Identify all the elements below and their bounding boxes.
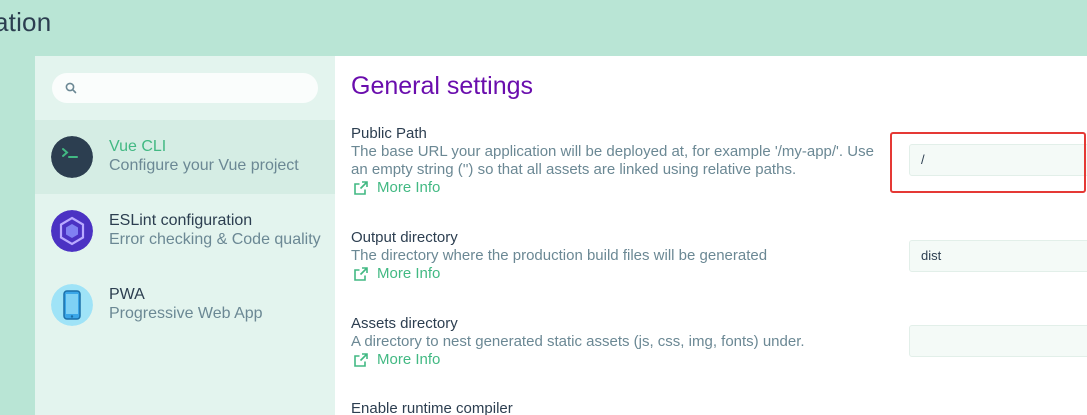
sidebar-item-vue-cli[interactable]: Vue CLI Configure your Vue project: [35, 120, 335, 194]
page-title: General settings: [351, 72, 534, 100]
page-header-title: ation: [0, 7, 52, 37]
eslint-icon: [51, 210, 93, 252]
more-info-link[interactable]: More Info: [353, 179, 891, 197]
sidebar-item-eslint[interactable]: ESLint configuration Error checking & Co…: [35, 194, 335, 268]
sidebar-item-description: Configure your Vue project: [109, 157, 299, 174]
more-info-label: More Info: [377, 265, 441, 282]
external-link-icon: [354, 267, 368, 281]
setting-assets-directory: Assets directory A directory to nest gen…: [351, 315, 891, 369]
sidebar: Vue CLI Configure your Vue project ESLin…: [35, 56, 335, 415]
sidebar-item-description: Progressive Web App: [109, 305, 263, 322]
more-info-link[interactable]: More Info: [353, 265, 891, 283]
highlight-box: [890, 132, 1086, 193]
setting-label: Output directory: [351, 229, 458, 246]
output-directory-field[interactable]: dist: [909, 240, 1087, 272]
sidebar-item-title: Vue CLI: [109, 138, 167, 155]
more-info-link[interactable]: More Info: [353, 351, 891, 369]
setting-label: Enable runtime compiler: [351, 400, 513, 415]
settings-panel: General settings Public Path The base UR…: [335, 56, 1087, 415]
more-info-label: More Info: [377, 351, 441, 368]
more-info-label: More Info: [377, 179, 441, 196]
setting-description: The base URL your application will be de…: [351, 143, 874, 178]
setting-description: The directory where the production build…: [351, 247, 768, 264]
setting-label: Public Path: [351, 125, 427, 142]
setting-output-directory: Output directory The directory where the…: [351, 229, 891, 283]
external-link-icon: [354, 353, 368, 367]
setting-label: Assets directory: [351, 315, 458, 332]
vue-cli-icon: [51, 136, 93, 178]
sidebar-item-pwa[interactable]: PWA Progressive Web App: [35, 268, 335, 342]
search-input[interactable]: [52, 73, 318, 103]
external-link-icon: [354, 181, 368, 195]
setting-description: A directory to nest generated static ass…: [351, 333, 805, 350]
assets-directory-field[interactable]: [909, 325, 1087, 357]
sidebar-item-description: Error checking & Code quality: [109, 231, 321, 248]
setting-runtime-compiler: Enable runtime compiler: [351, 400, 891, 415]
setting-public-path: Public Path The base URL your applicatio…: [351, 125, 891, 197]
sidebar-item-title: ESLint configuration: [109, 212, 253, 229]
pwa-phone-icon: [51, 284, 93, 326]
sidebar-item-title: PWA: [109, 286, 145, 303]
search-icon: [65, 82, 77, 94]
